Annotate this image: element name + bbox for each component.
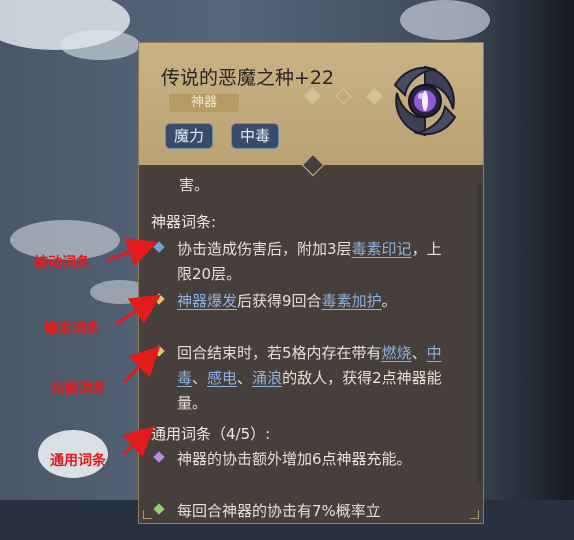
arrow-passive [107,238,158,267]
arrow-charge [122,345,161,384]
arrow-general [122,425,155,458]
annotation-arrows [107,238,162,458]
arrow-burst [115,294,162,326]
